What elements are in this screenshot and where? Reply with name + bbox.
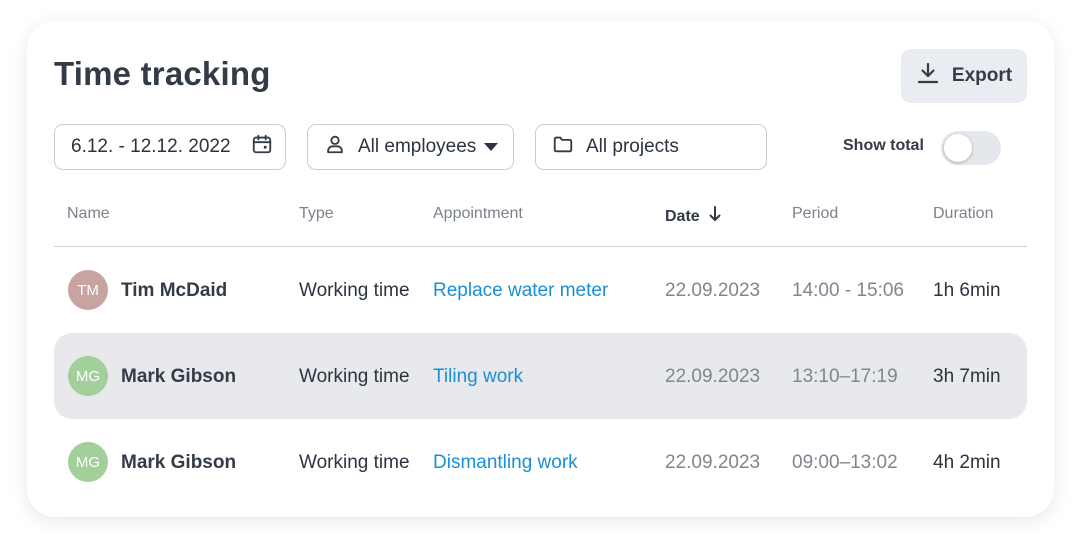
avatar: MG [68,356,108,396]
entry-date: 22.09.2023 [665,452,761,473]
table-row[interactable]: TM Tim McDaid Working time Replace water… [54,247,1027,333]
column-header-type[interactable]: Type [299,205,334,223]
employee-name: Mark Gibson [121,452,237,473]
entry-duration: 4h 2min [933,452,1001,473]
user-icon [324,133,346,161]
time-tracking-card: Time tracking Export 6.12. - 12.12. 2022… [27,21,1054,517]
entry-duration: 1h 6min [933,280,1001,301]
date-range-picker[interactable]: 6.12. - 12.12. 2022 [54,124,286,170]
entry-type: Working time [299,452,410,473]
entry-type: Working time [299,366,410,387]
projects-value: All projects [586,136,679,157]
appointment-link[interactable]: Tiling work [433,366,523,388]
employees-dropdown[interactable]: All employees [307,124,514,170]
show-total-label: Show total [843,137,924,154]
calendar-icon [251,133,273,161]
export-label: Export [951,65,1013,86]
table-row[interactable]: MG Mark Gibson Working time Dismantling … [54,419,1027,505]
column-header-date[interactable]: Date [665,205,722,228]
entry-period: 09:00–13:02 [792,452,898,473]
entry-type: Working time [299,280,410,301]
export-button[interactable]: Export [901,49,1027,103]
date-range-value: 6.12. - 12.12. 2022 [71,136,231,157]
download-icon [916,61,940,91]
employees-value: All employees [358,136,477,157]
column-header-date-label: Date [665,207,700,225]
entry-date: 22.09.2023 [665,366,761,387]
column-header-period[interactable]: Period [792,205,838,223]
entry-duration: 3h 7min [933,366,1001,387]
arrow-down-icon [708,205,722,228]
avatar: MG [68,442,108,482]
entry-period: 13:10–17:19 [792,366,898,387]
toggle-knob [944,134,972,162]
column-header-name[interactable]: Name [67,205,110,223]
appointment-link[interactable]: Dismantling work [433,452,578,474]
avatar: TM [68,270,108,310]
column-header-appointment[interactable]: Appointment [433,205,523,223]
entry-period: 14:00 - 15:06 [792,280,904,301]
table-row[interactable]: MG Mark Gibson Working time Tiling work … [54,333,1027,419]
employee-name: Mark Gibson [121,366,237,387]
show-total-toggle[interactable] [941,131,1001,165]
entry-date: 22.09.2023 [665,280,761,301]
appointment-link[interactable]: Replace water meter [433,280,608,302]
column-header-duration[interactable]: Duration [933,205,993,223]
employee-name: Tim McDaid [121,280,228,301]
chevron-down-icon [484,143,499,151]
projects-dropdown[interactable]: All projects [535,124,767,170]
folder-icon [552,133,574,161]
page-title: Time tracking [54,55,271,92]
